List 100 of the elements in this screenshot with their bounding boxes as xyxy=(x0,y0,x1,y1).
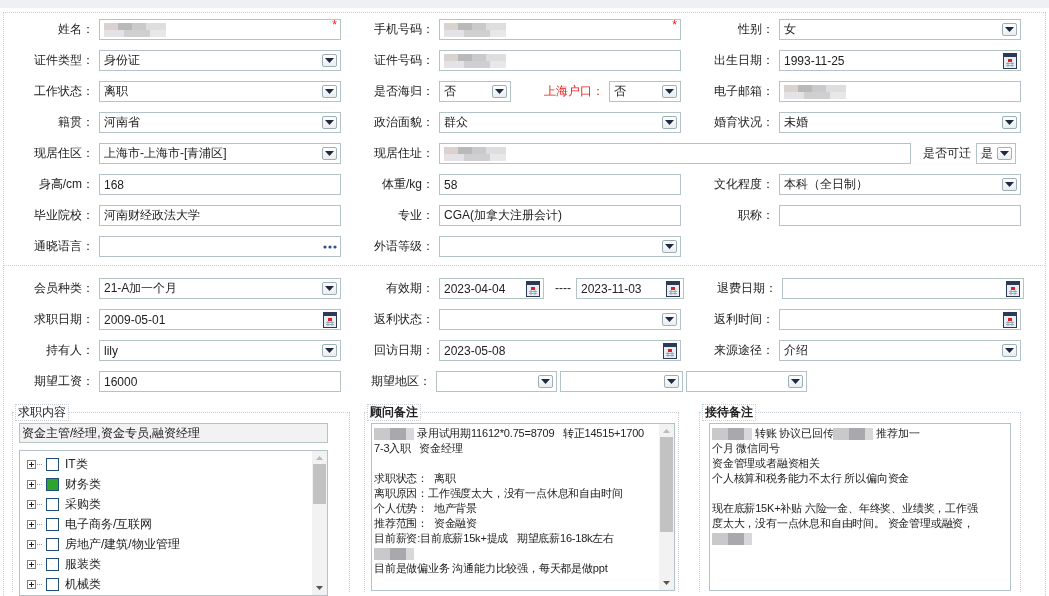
calendar-icon[interactable] xyxy=(666,280,680,297)
scrollbar[interactable] xyxy=(312,451,327,595)
expand-icon[interactable] xyxy=(27,559,43,569)
expand-icon[interactable] xyxy=(27,579,43,589)
dropdown-field[interactable]: 群众 xyxy=(439,112,681,133)
date-field[interactable] xyxy=(779,309,1021,330)
calendar-icon[interactable] xyxy=(1003,311,1017,328)
dropdown-button[interactable] xyxy=(788,375,803,388)
dropdown-button[interactable] xyxy=(997,147,1012,160)
field-label: 政治面貌： xyxy=(374,114,435,131)
scroll-thumb[interactable] xyxy=(313,464,326,504)
dropdown-button[interactable] xyxy=(1002,178,1017,191)
dropdown-field[interactable]: lily xyxy=(99,340,341,361)
tree-item[interactable]: 服装类 xyxy=(65,555,101,573)
dropdown-button[interactable] xyxy=(662,85,677,98)
tree-item[interactable]: 房地产/建筑/物业管理 xyxy=(65,535,180,553)
dropdown-button[interactable] xyxy=(664,375,679,388)
dropdown-button[interactable] xyxy=(1002,116,1017,129)
date-field[interactable]: 2009-05-01 xyxy=(99,309,341,330)
expand-icon[interactable] xyxy=(27,519,43,529)
scroll-thumb[interactable] xyxy=(660,437,673,532)
text-field[interactable] xyxy=(779,205,1021,226)
dropdown-field[interactable]: 21-A加一个月 xyxy=(99,278,341,299)
dropdown-field[interactable]: 上海市-上海市-[青浦区] xyxy=(99,143,341,164)
tree-item[interactable]: 采购类 xyxy=(65,495,101,513)
text-field[interactable] xyxy=(779,81,1021,102)
more-icon[interactable] xyxy=(323,244,337,249)
dropdown-field[interactable] xyxy=(439,309,681,330)
dropdown-button[interactable] xyxy=(322,54,337,67)
scroll-down-icon[interactable] xyxy=(316,586,323,590)
notes-textarea[interactable]: 转账 协议已回传 推荐加一 个月 微信同号 资金管理或者融资相关 个人核算和税务能力不太行 所以偏向资金 现在底薪15K+补贴 六险一金、年终奖、业绩奖，工作强 度太大，没有一点休息和自由时间。 资金管理或融资， xyxy=(709,423,1011,591)
redacted-text xyxy=(712,426,752,441)
date-field[interactable] xyxy=(782,278,1024,299)
caret-icon xyxy=(325,120,334,125)
lookup-field[interactable] xyxy=(99,236,341,257)
checkbox[interactable] xyxy=(46,477,59,491)
scrollbar[interactable] xyxy=(659,424,674,590)
notes-textarea[interactable]: 录用试用期11612*0.75=8709 转正14515+1700 7-3入职 资金经理 求职状态： 离职 离职原因：工作强度太大，没有一点休息和自由时间 个人优势： 地产背景 推荐范围： 资金融资 目前薪资:目前底薪15k+提成 期望底薪16-18k左右 目前是做偏业务 沟通能力比较强，每天都是做ppt xyxy=(371,423,675,591)
text-field[interactable]: CGA(加拿大注册会计) xyxy=(439,205,681,226)
date-field[interactable]: 1993-11-25 xyxy=(779,50,1021,71)
dropdown-button[interactable] xyxy=(1002,344,1017,357)
checkbox[interactable] xyxy=(46,457,59,471)
expand-icon[interactable] xyxy=(27,479,43,489)
checkbox[interactable] xyxy=(46,537,59,551)
selection-field[interactable]: 资金主管/经理,资金专员,融资经理 xyxy=(19,423,328,443)
calendar-icon[interactable] xyxy=(1006,280,1020,297)
checkbox[interactable] xyxy=(46,557,59,571)
date-field[interactable]: 2023-11-03 xyxy=(576,278,684,299)
dropdown-field[interactable]: 身份证 xyxy=(99,50,341,71)
field-label: ---- xyxy=(555,280,572,297)
calendar-icon[interactable] xyxy=(663,342,677,359)
dropdown-button[interactable] xyxy=(322,282,337,295)
checkbox[interactable] xyxy=(46,517,59,531)
dropdown-button[interactable] xyxy=(662,313,677,326)
dropdown-button[interactable] xyxy=(322,344,337,357)
dropdown-button[interactable] xyxy=(492,85,507,98)
dropdown-field[interactable] xyxy=(439,236,681,257)
text-field[interactable] xyxy=(439,50,681,71)
text-field[interactable] xyxy=(439,143,911,164)
dropdown-button[interactable] xyxy=(322,85,337,98)
expand-icon[interactable] xyxy=(27,459,43,469)
dropdown-button[interactable] xyxy=(322,116,337,129)
expand-icon[interactable] xyxy=(27,539,43,549)
dropdown-field[interactable]: 未婚 xyxy=(779,112,1021,133)
dropdown-field[interactable]: 介绍 xyxy=(779,340,1021,361)
tree-item[interactable]: 电子商务/互联网 xyxy=(65,515,153,533)
text-field[interactable]: 168 xyxy=(99,174,341,195)
calendar-icon[interactable] xyxy=(1003,52,1017,69)
text-field[interactable]: 58 xyxy=(439,174,681,195)
checkbox[interactable] xyxy=(46,497,59,511)
dropdown-field[interactable]: 河南省 xyxy=(99,112,341,133)
dropdown-button[interactable] xyxy=(322,147,337,160)
dropdown-field[interactable]: 否 xyxy=(609,81,681,102)
tree-item[interactable]: 机械类 xyxy=(65,575,101,593)
dropdown-field[interactable]: 是 xyxy=(976,143,1016,164)
expand-icon[interactable] xyxy=(27,499,43,509)
text-field[interactable]: * xyxy=(439,19,681,40)
dropdown-field[interactable] xyxy=(686,371,807,392)
tree-item[interactable]: 财务类 xyxy=(65,475,101,493)
dropdown-field[interactable]: 女 xyxy=(779,19,1021,40)
checkbox[interactable] xyxy=(46,577,59,591)
text-field[interactable]: 河南财经政法大学 xyxy=(99,205,341,226)
date-field[interactable]: 2023-05-08 xyxy=(439,340,681,361)
field-label: 体重/kg： xyxy=(382,176,435,193)
dropdown-field[interactable] xyxy=(560,371,683,392)
calendar-icon[interactable] xyxy=(526,280,540,297)
dropdown-button[interactable] xyxy=(1002,23,1017,36)
date-field[interactable]: 2023-04-04 xyxy=(439,278,544,299)
dropdown-button[interactable] xyxy=(538,375,553,388)
dropdown-button[interactable] xyxy=(662,116,677,129)
calendar-icon[interactable] xyxy=(323,311,337,328)
dropdown-button[interactable] xyxy=(662,240,677,253)
text-field[interactable]: * xyxy=(99,19,341,40)
dropdown-field[interactable]: 否 xyxy=(439,81,511,102)
tree-item[interactable]: IT类 xyxy=(65,455,88,473)
scroll-down-icon[interactable] xyxy=(663,581,670,585)
dropdown-field[interactable]: 本科（全日制） xyxy=(779,174,1021,195)
dropdown-field[interactable]: 离职 xyxy=(99,81,341,102)
dropdown-field[interactable] xyxy=(436,371,557,392)
text-field[interactable]: 16000 xyxy=(99,371,341,392)
